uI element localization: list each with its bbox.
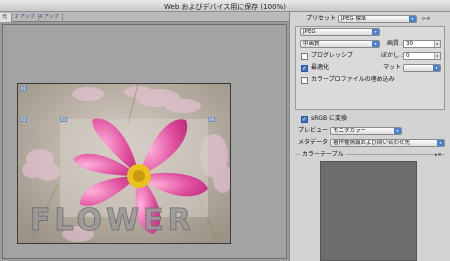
color-table[interactable] xyxy=(320,161,417,261)
matte-select[interactable]: ▾ xyxy=(403,64,441,72)
settings-panel: プリセット : JPEG 標準 ▾ ⊳≡ JPEG ▾ 中画質 ▾ 画質 : 3… xyxy=(289,12,450,261)
blur-value: 0 xyxy=(406,53,410,59)
quality-label: 画質 : xyxy=(387,40,403,47)
flower-text: FLOWER xyxy=(30,203,195,238)
matte-label: マット : xyxy=(383,64,405,71)
color-table-label: カラーテーブル xyxy=(300,151,346,159)
quality-level-select[interactable]: 中画質 ▾ xyxy=(300,40,380,48)
tab-4up[interactable]: 4 アップ xyxy=(36,13,63,22)
preset-value: JPEG 標準 xyxy=(341,16,367,22)
chevron-right-icon[interactable]: ▸ xyxy=(434,41,440,47)
metadata-select[interactable]: 著作権情報および問い合わせ先 ▾ xyxy=(330,139,445,147)
chevron-down-icon: ▾ xyxy=(409,16,416,22)
format-select[interactable]: JPEG ▾ xyxy=(300,28,380,36)
format-value: JPEG xyxy=(303,29,316,35)
chevron-down-icon: ▾ xyxy=(372,41,379,47)
progressive-label: プログレッシブ xyxy=(311,52,354,59)
slice-label[interactable]: 03 xyxy=(60,117,68,122)
quality-value: 30 xyxy=(406,41,413,47)
chevron-down-icon: ▾ xyxy=(433,65,440,71)
blur-label: ぼかし : xyxy=(381,52,403,59)
flower-image: FLOWER xyxy=(18,84,230,243)
chevron-down-icon: ▾ xyxy=(394,128,401,134)
preset-select[interactable]: JPEG 標準 ▾ xyxy=(338,15,417,23)
optimize-checkbox[interactable]: ✓ xyxy=(301,65,308,72)
icc-profile-checkbox[interactable] xyxy=(301,77,308,84)
preset-menu-icon[interactable]: ⊳≡ xyxy=(422,16,430,22)
preview-select[interactable]: モニタカラー ▾ xyxy=(330,127,402,135)
optimize-label: 最適化 xyxy=(311,64,330,71)
blur-input[interactable]: 0 ▸ xyxy=(403,52,441,60)
tab-original[interactable]: 元 xyxy=(0,13,12,22)
chevron-down-icon: ▾ xyxy=(372,29,379,35)
quality-level-value: 中画質 xyxy=(303,41,320,47)
preset-label: プリセット : xyxy=(306,15,340,22)
slice-label[interactable]: 04 xyxy=(208,117,216,122)
progressive-checkbox[interactable] xyxy=(301,53,308,60)
tab-2up[interactable]: 2 アップ xyxy=(12,13,39,22)
quality-input[interactable]: 30 ▸ xyxy=(403,40,441,48)
chevron-down-icon: ▾ xyxy=(437,140,444,146)
view-tabs: 元 2 アップ 4 アップ xyxy=(0,12,289,22)
metadata-label: メタデータ : xyxy=(298,139,332,146)
slice-label[interactable]: 02 xyxy=(20,117,28,122)
metadata-value: 著作権情報および問い合わせ先 xyxy=(333,140,411,146)
window-titlebar: Web およびデバイス用に保存 (100%) xyxy=(0,0,450,12)
chevron-right-icon[interactable]: ▸ xyxy=(434,53,440,59)
window-title: Web およびデバイス用に保存 (100%) xyxy=(164,3,286,11)
srgb-checkbox[interactable]: ✓ xyxy=(301,116,308,123)
panel-menu-icon[interactable]: ▸≡ xyxy=(435,152,442,158)
srgb-label: sRGB に変換 xyxy=(311,115,347,122)
icc-profile-label: カラープロファイルの埋め込み xyxy=(311,76,395,83)
preview-label: プレビュー : xyxy=(298,127,332,134)
image-preview[interactable]: FLOWER 01 02 03 04 xyxy=(17,83,231,244)
slice-label[interactable]: 01 xyxy=(20,86,28,91)
preview-value: モニタカラー xyxy=(333,128,367,134)
